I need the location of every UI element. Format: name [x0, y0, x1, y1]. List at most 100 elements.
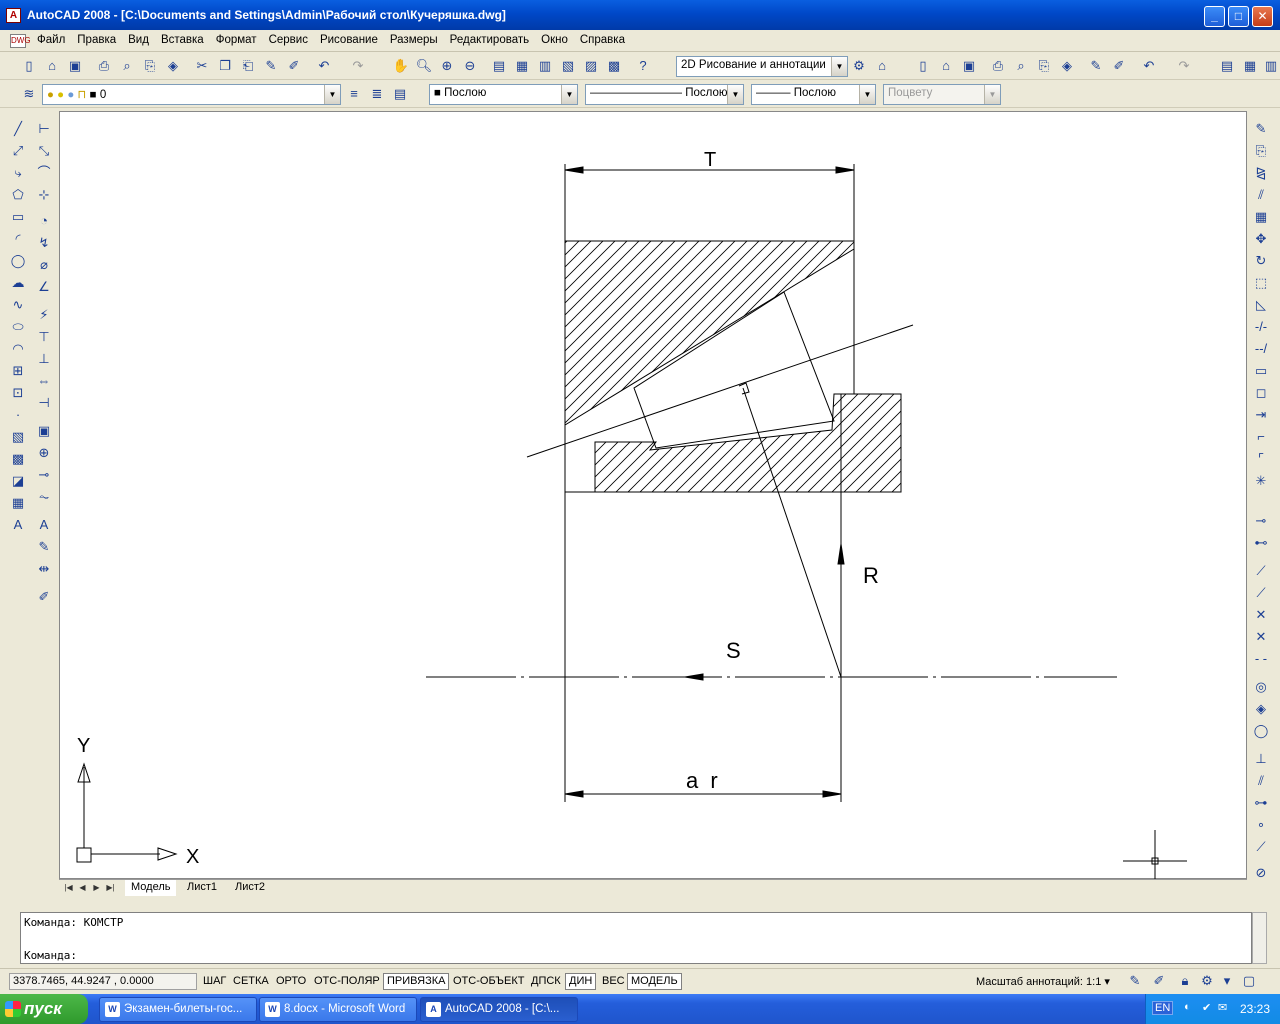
make-layer-current-icon[interactable]: ≡	[345, 85, 363, 103]
arc-icon[interactable]: ◜	[9, 230, 27, 248]
diameter-dimension-icon[interactable]: ⌀	[35, 256, 53, 274]
join-icon[interactable]: ⇥	[1252, 406, 1270, 424]
trim-icon[interactable]: -/-	[1252, 318, 1270, 336]
linetype-select[interactable]: ———————— Послою ▼	[585, 84, 744, 105]
explode-icon[interactable]: ✳	[1252, 472, 1270, 490]
stretch-icon[interactable]: ◺	[1252, 296, 1270, 314]
hatch-icon[interactable]: ▧	[9, 428, 27, 446]
snap-tangent-icon[interactable]: ◯	[1252, 722, 1270, 740]
open-file-icon[interactable]: ⌂	[43, 57, 61, 75]
clean-screen-icon[interactable]: ▢	[1240, 972, 1258, 990]
save-icon-2[interactable]: ▣	[960, 57, 978, 75]
snap-parallel-icon[interactable]: ⫽	[1252, 772, 1270, 790]
open-file-icon-2[interactable]: ⌂	[937, 57, 955, 75]
markup-icon[interactable]: ▨	[582, 57, 600, 75]
break-icon[interactable]: ◻	[1252, 384, 1270, 402]
ellipse-icon[interactable]: ⬭	[9, 318, 27, 336]
chevron-down-icon[interactable]: ▾	[1218, 972, 1236, 990]
continue-dimension-icon[interactable]: ⊥	[35, 350, 53, 368]
tab-sheet1[interactable]: Лист1	[181, 880, 223, 896]
properties-icon-2[interactable]: ▤	[1218, 57, 1236, 75]
copy-object-icon[interactable]: ⎘	[1252, 142, 1270, 160]
snap-node-icon[interactable]: ∘	[1252, 816, 1270, 834]
close-button[interactable]: ✕	[1252, 6, 1273, 27]
network-icon[interactable]: ◐	[1184, 1001, 1191, 1013]
snap-quadrant-icon[interactable]: ◈	[1252, 700, 1270, 718]
taskbar-item-autocad[interactable]: A AutoCAD 2008 - [C:\...	[420, 997, 578, 1022]
dimension-edit-icon[interactable]: A	[35, 516, 53, 534]
paste-icon[interactable]: ⎗	[239, 57, 257, 75]
workspace-select[interactable]: 2D Рисование и аннотации ▼	[676, 56, 848, 77]
rectangle-icon[interactable]: ▭	[9, 208, 27, 226]
inspection-icon[interactable]: ⊸	[35, 466, 53, 484]
menu-tools[interactable]: Сервис	[263, 34, 314, 46]
otrack-toggle[interactable]: ОТС-ОБЪЕКТ	[449, 973, 528, 990]
menu-edit[interactable]: Правка	[71, 34, 122, 46]
snap-apparent-intersect-icon[interactable]: ✕	[1252, 606, 1270, 624]
coordinate-display[interactable]: 3378.7465, 44.9247 , 0.0000	[9, 973, 197, 990]
next-tab-icon[interactable]: ▶	[91, 882, 102, 894]
break-at-point-icon[interactable]: ▭	[1252, 362, 1270, 380]
taskbar-item-exam[interactable]: W Экзамен-билеты-гос...	[99, 997, 257, 1022]
block-editor-icon-2[interactable]: ✐	[1110, 57, 1128, 75]
snap-tangent-line-icon[interactable]: - -	[1252, 650, 1270, 668]
spline-icon[interactable]: ∿	[9, 296, 27, 314]
snap-extension-icon[interactable]: ⊷	[1252, 534, 1270, 552]
dyn-toggle[interactable]: ДИН	[565, 973, 597, 990]
snap-insert-icon[interactable]: ⊶	[1252, 794, 1270, 812]
polyline-icon[interactable]: ⤷	[9, 164, 27, 182]
menu-view[interactable]: Вид	[122, 34, 155, 46]
radius-dimension-icon[interactable]: ◔	[35, 212, 53, 230]
polygon-icon[interactable]: ⬠	[9, 186, 27, 204]
insert-block-icon[interactable]: ⊞	[9, 362, 27, 380]
layer-states-icon[interactable]: ▤	[391, 85, 409, 103]
drawing-canvas[interactable]: T R S a r Y X	[59, 111, 1247, 880]
command-line[interactable]: Команда: КОМСТР Команда:	[20, 912, 1252, 964]
ducs-toggle[interactable]: ДПСК	[527, 973, 565, 990]
quick-dimension-icon[interactable]: ⚡	[35, 306, 53, 324]
aligned-dimension-icon[interactable]: ⤡	[35, 142, 53, 160]
dimension-break-icon[interactable]: ⊣	[35, 394, 53, 412]
snap-endpoint-icon[interactable]: ⊸	[1252, 512, 1270, 530]
publish-icon[interactable]: ⎘	[141, 57, 159, 75]
redo-icon-2[interactable]: ↷	[1175, 57, 1193, 75]
erase-icon[interactable]: ✎	[1252, 120, 1270, 138]
region-icon[interactable]: ◪	[9, 472, 27, 490]
annotation-visibility-icon[interactable]: ✎	[1126, 972, 1144, 990]
tolerance-icon[interactable]: ▣	[35, 422, 53, 440]
array-icon[interactable]: ▦	[1252, 208, 1270, 226]
angular-dimension-icon[interactable]: ∠	[35, 278, 53, 296]
baseline-dimension-icon[interactable]: ⊤	[35, 328, 53, 346]
prev-tab-icon[interactable]: ◀	[77, 882, 88, 894]
print-icon-2[interactable]: ⎙	[989, 57, 1007, 75]
menu-insert[interactable]: Вставка	[155, 34, 210, 46]
rotate-icon[interactable]: ↻	[1252, 252, 1270, 270]
model-toggle[interactable]: МОДЕЛЬ	[627, 973, 682, 990]
extend-icon[interactable]: --/	[1252, 340, 1270, 358]
ordinate-dimension-icon[interactable]: ⊹	[35, 186, 53, 204]
layer-select[interactable]: ● ● ● ⊓ ■ 0 ▼	[42, 84, 341, 105]
print-preview-icon-2[interactable]: ⌕	[1012, 57, 1030, 75]
language-indicator[interactable]: EN	[1152, 1001, 1174, 1015]
lwt-toggle[interactable]: ВЕС	[598, 973, 629, 990]
menu-modify[interactable]: Редактировать	[444, 34, 535, 46]
notification-icon[interactable]: ✉	[1218, 1001, 1227, 1014]
undo-icon-2[interactable]: ↶	[1140, 57, 1158, 75]
tool-palettes-icon-2[interactable]: ▥	[1262, 57, 1280, 75]
mirror-icon[interactable]: ⧎	[1252, 164, 1270, 182]
menu-dimension[interactable]: Размеры	[384, 34, 444, 46]
annotation-scale[interactable]: Масштаб аннотаций: 1:1 ▾	[976, 975, 1110, 988]
start-button[interactable]: пуск	[0, 994, 88, 1024]
lineweight-select[interactable]: ——— Послою ▼	[751, 84, 876, 105]
center-mark-icon[interactable]: ⊕	[35, 444, 53, 462]
tray-settings-icon[interactable]: ⚙	[1198, 972, 1216, 990]
dimension-space-icon[interactable]: ⇔	[35, 372, 53, 390]
dimension-text-edit-icon[interactable]: ✎	[35, 538, 53, 556]
revision-cloud-icon[interactable]: ☁	[9, 274, 27, 292]
last-tab-icon[interactable]: ▶|	[105, 882, 116, 894]
3d-publish-icon-2[interactable]: ◈	[1058, 57, 1076, 75]
match-properties-icon[interactable]: ✎	[262, 57, 280, 75]
menu-format[interactable]: Формат	[210, 34, 263, 46]
layer-manager-icon[interactable]: ≋	[20, 85, 38, 103]
redo-icon[interactable]: ↷	[349, 57, 367, 75]
